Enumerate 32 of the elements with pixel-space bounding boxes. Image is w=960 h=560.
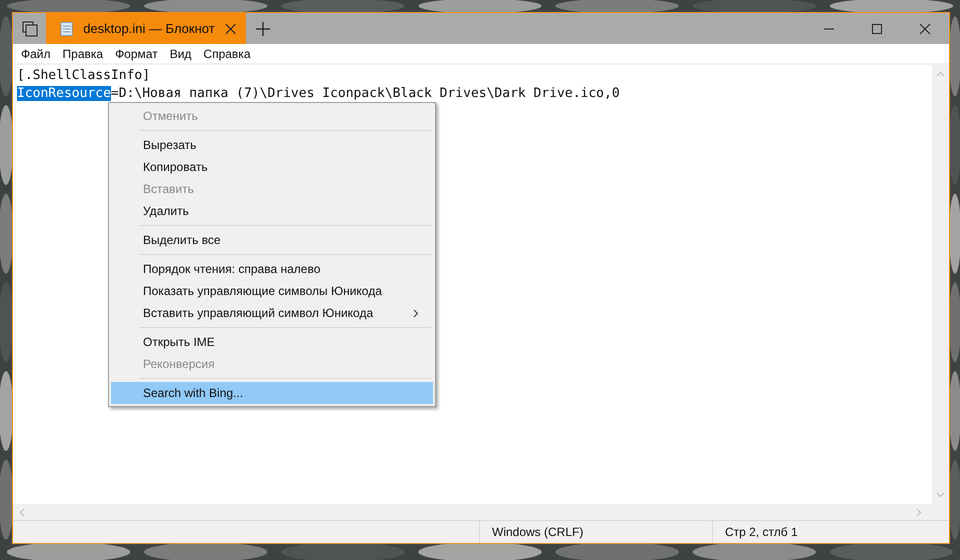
scroll-up-icon[interactable] <box>936 71 945 77</box>
maximize-icon <box>871 22 883 34</box>
vertical-scrollbar[interactable] <box>932 65 949 504</box>
context-menu-item[interactable]: Выделить все <box>111 229 433 251</box>
tab-title: desktop.ini — Блокнот <box>83 21 215 36</box>
scroll-right-icon[interactable] <box>916 508 922 516</box>
menu-item[interactable]: Справка <box>197 46 256 62</box>
notepad-icon <box>60 20 74 36</box>
context-menu-item[interactable]: Удалить <box>111 200 433 222</box>
status-text: Стр 2, стлб 1 <box>725 525 798 539</box>
scroll-left-icon[interactable] <box>19 508 25 516</box>
context-menu-item[interactable]: Копировать <box>111 156 433 178</box>
context-menu-item[interactable]: Вставить управляющий символ Юникода <box>111 302 433 324</box>
windows-stack-icon <box>22 20 38 36</box>
text-line: =D:\Новая папка (7)\Drives Iconpack\Black Drives\Dark Drive.ico,0 <box>110 86 620 101</box>
context-menu-item[interactable]: Порядок чтения: справа налево <box>111 258 433 280</box>
context-menu-item[interactable]: Вырезать <box>111 134 433 156</box>
status-text: Windows (CRLF) <box>492 525 584 539</box>
menu-item[interactable]: Формат <box>109 46 164 62</box>
menu-item[interactable]: Файл <box>15 46 57 62</box>
scroll-down-icon[interactable] <box>936 492 945 498</box>
close-icon <box>919 22 931 34</box>
plus-icon <box>256 22 270 36</box>
document-tab[interactable]: desktop.ini — Блокнот <box>46 13 246 44</box>
close-tab-icon[interactable] <box>224 22 236 34</box>
text-line: [.ShellClassInfo] <box>17 68 150 83</box>
menu-item[interactable]: Вид <box>164 46 198 62</box>
context-menu-item[interactable]: Search with Bing... <box>111 382 433 404</box>
menu-item[interactable]: Правка <box>56 46 110 62</box>
context-menu-item[interactable]: Показать управляющие символы Юникода <box>111 280 433 302</box>
context-menu-item[interactable]: Открыть IME <box>111 331 433 353</box>
selected-text: IconResource <box>17 86 111 101</box>
